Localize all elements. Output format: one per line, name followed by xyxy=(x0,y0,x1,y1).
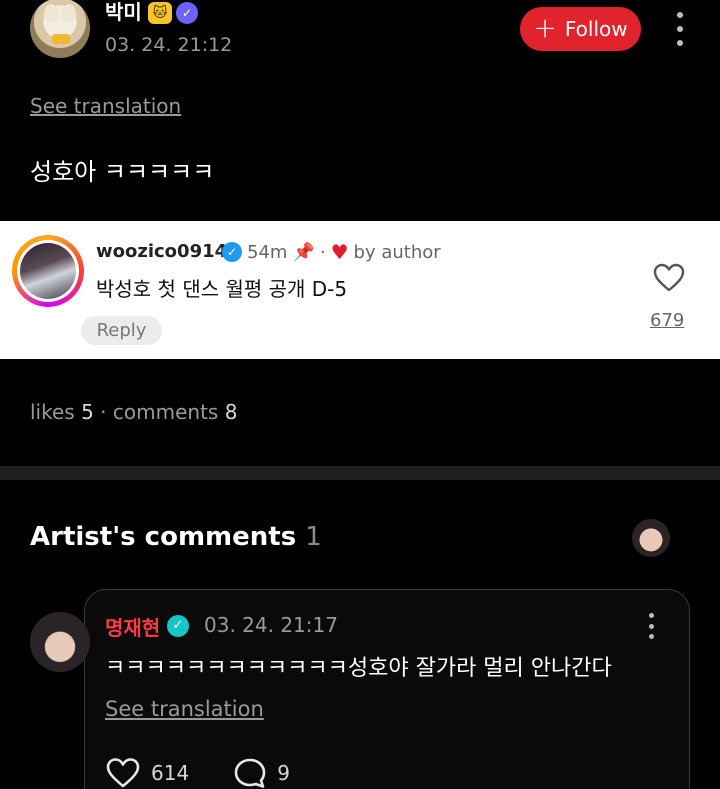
commenter-avatar[interactable] xyxy=(12,235,84,307)
author-badges: 🐱 ✓ xyxy=(148,2,198,24)
verified-icon: ✓ xyxy=(167,615,189,637)
author-name[interactable]: 박미 xyxy=(105,0,142,24)
likes-count[interactable]: 5 xyxy=(81,400,94,424)
artist-comment-actions: 614 9 xyxy=(105,757,290,789)
comments-label: comments xyxy=(112,400,219,424)
reply-button[interactable]: Reply xyxy=(81,316,162,345)
reply-action[interactable]: 9 xyxy=(233,757,290,789)
artist-comment-timestamp: 03. 24. 21:17 xyxy=(204,613,338,637)
artist-comments-title: Artist's comments 1 xyxy=(30,522,322,552)
follow-label: Follow xyxy=(564,17,628,41)
stats-separator: · xyxy=(100,400,107,424)
comment-bubble-icon[interactable] xyxy=(233,757,267,789)
commenter-username[interactable]: woozico0914 xyxy=(96,241,227,262)
author-avatar[interactable] xyxy=(30,0,90,58)
pinned-comment: woozico0914 ✓ 54m 📌 · ♥ by author 박성호 첫 … xyxy=(0,221,720,359)
artist-name[interactable]: 명재현 xyxy=(105,612,160,641)
avatar-ear xyxy=(62,4,76,22)
artist-comment-text: ㅋㅋㅋㅋㅋㅋㅋㅋㅋㅋㅋㅋ성호야 잘가라 멀리 안나간다 xyxy=(105,656,612,681)
post-timestamp: 03. 24. 21:12 xyxy=(105,34,233,56)
artist-comment-avatar[interactable] xyxy=(30,612,90,672)
liked-by-author: by author xyxy=(353,241,441,263)
heart-outline-icon[interactable] xyxy=(653,263,685,293)
artist-comments-label: Artist's comments xyxy=(30,522,297,552)
comments-count[interactable]: 8 xyxy=(225,400,238,424)
reply-count: 9 xyxy=(277,761,290,785)
post-stats: likes 5 · comments 8 xyxy=(30,400,237,424)
heart-outline-icon[interactable] xyxy=(105,757,141,789)
comment-age: 54m xyxy=(247,241,288,263)
artist-avatar[interactable] xyxy=(632,519,670,557)
plus-icon: + xyxy=(533,10,557,44)
like-action[interactable]: 614 xyxy=(105,757,189,789)
more-options-icon[interactable] xyxy=(670,12,690,46)
verified-icon: ✓ xyxy=(222,242,242,262)
heart-filled-icon: ♥ xyxy=(330,240,349,264)
artist-comments-count: 1 xyxy=(305,522,322,552)
likes-label: likes xyxy=(30,400,75,424)
comment-meta: ✓ 54m 📌 · ♥ by author xyxy=(222,240,441,264)
see-translation-link[interactable]: See translation xyxy=(30,94,181,118)
meta-separator: · xyxy=(319,241,326,263)
see-translation-link[interactable]: See translation xyxy=(105,697,264,721)
post-header: 박미 🐱 ✓ 03. 24. 21:12 + Follow xyxy=(0,0,720,80)
cat-emoji-badge: 🐱 xyxy=(148,2,172,24)
comment-like-count[interactable]: 679 xyxy=(650,310,684,331)
section-divider xyxy=(0,466,720,480)
shield-check-icon: ✓ xyxy=(176,2,198,24)
more-options-icon[interactable] xyxy=(645,613,657,639)
follow-button[interactable]: + Follow xyxy=(520,7,641,51)
avatar-bow xyxy=(52,34,70,44)
avatar-ear xyxy=(44,4,58,22)
pin-icon: 📌 xyxy=(292,241,315,263)
like-count: 614 xyxy=(151,761,190,785)
comment-text: 박성호 첫 댄스 월평 공개 D-5 xyxy=(96,277,348,301)
post-body: 성호아 ㅋㅋㅋㅋㅋ xyxy=(30,158,215,186)
